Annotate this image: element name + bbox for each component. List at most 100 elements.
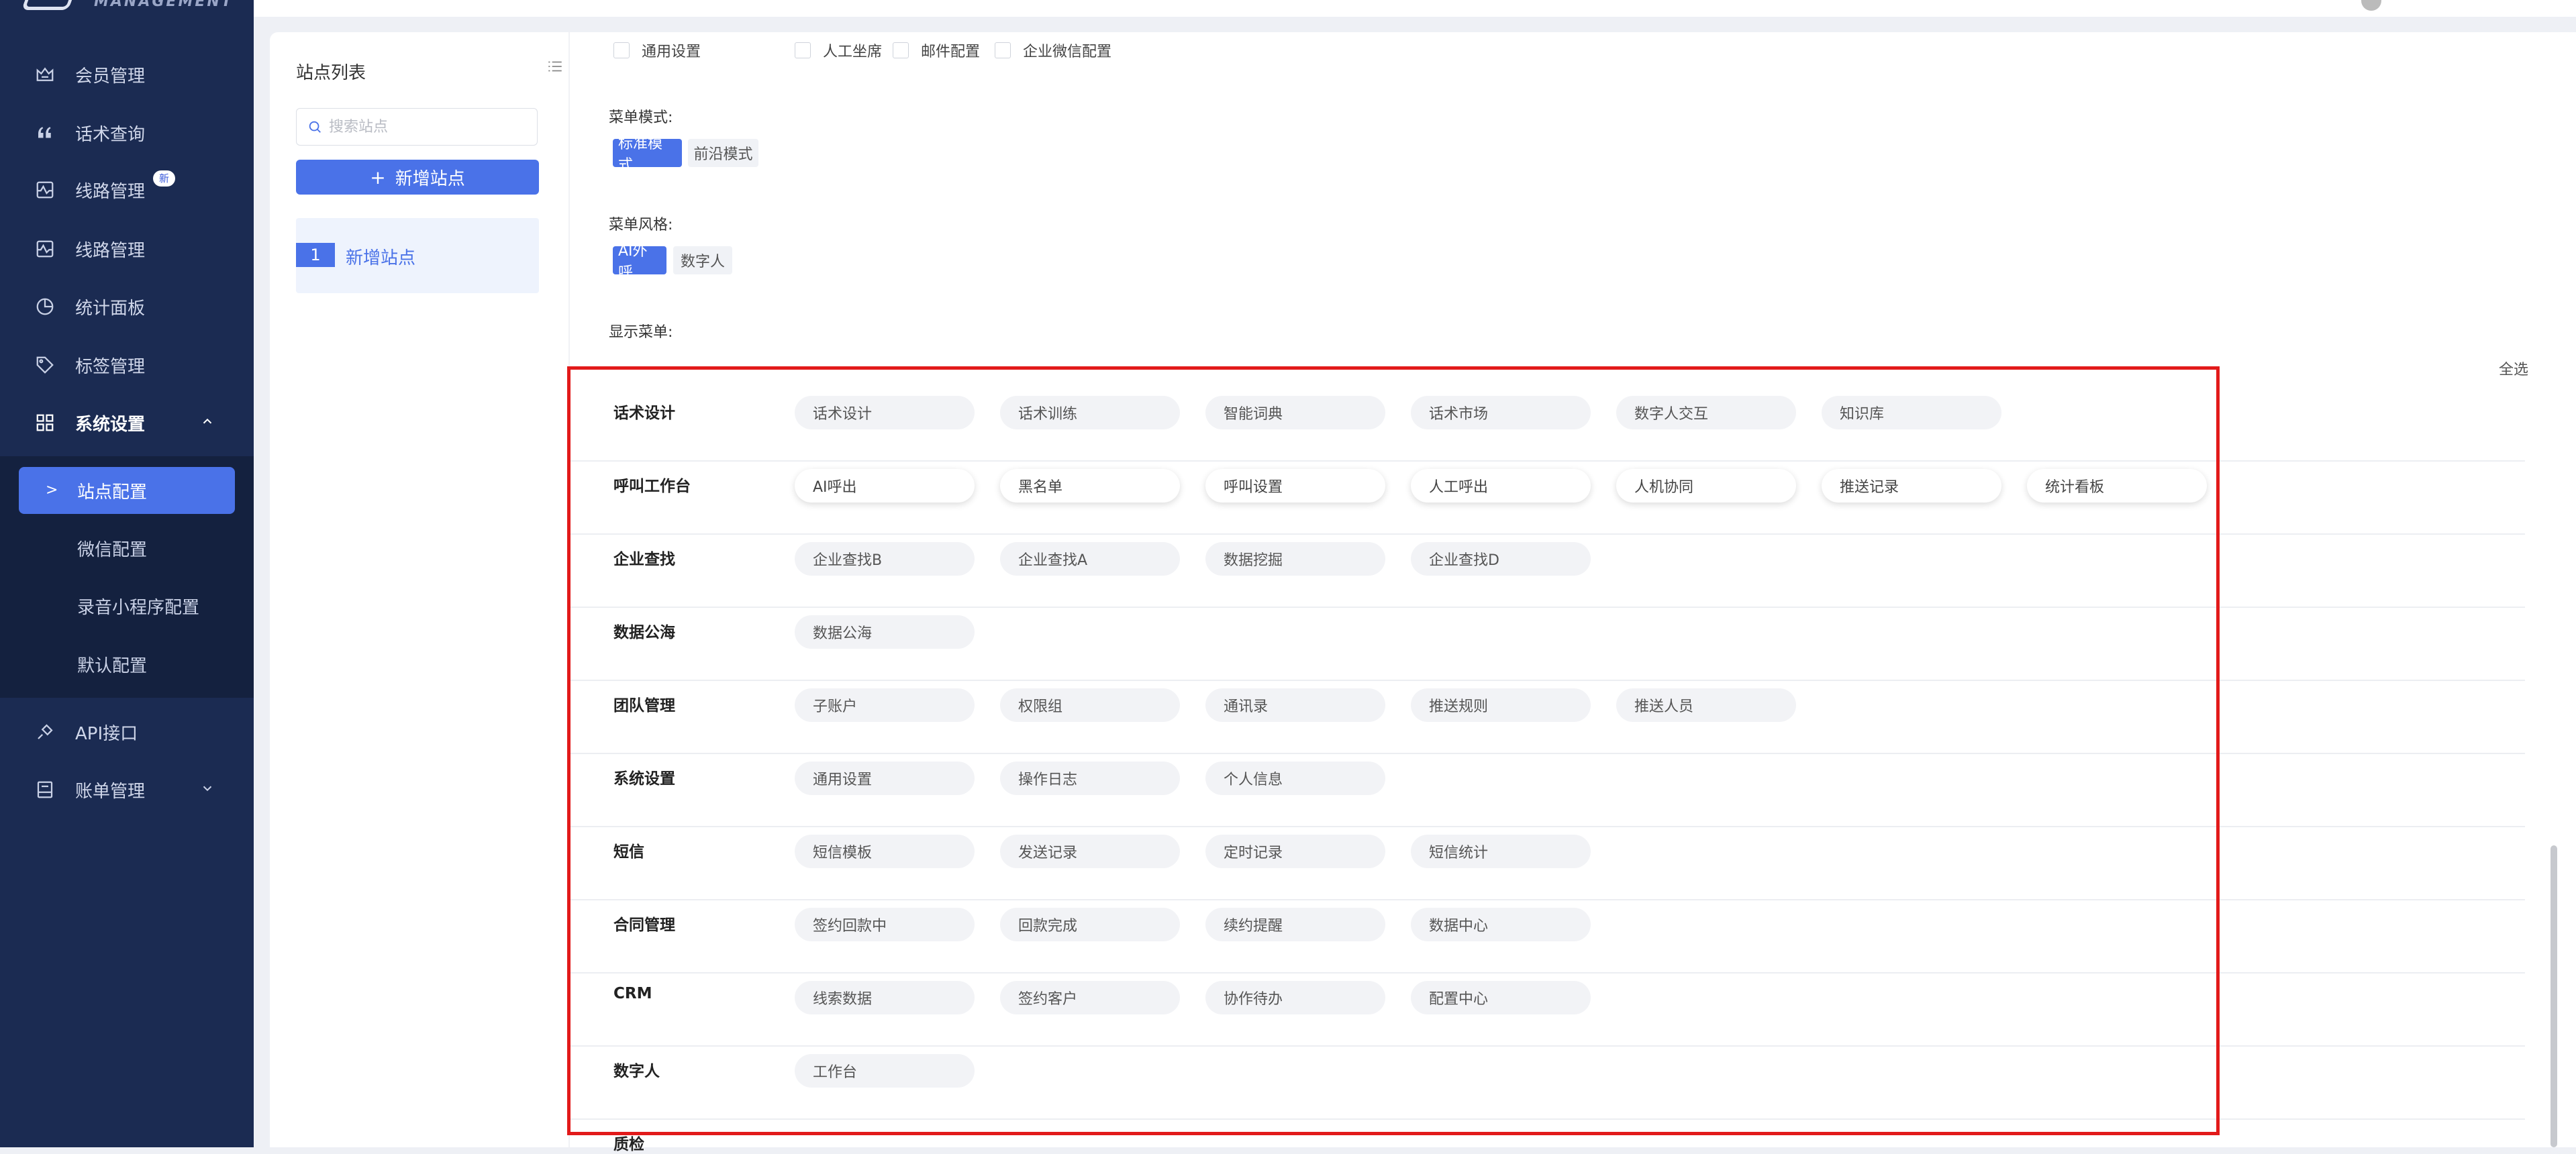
menu-chip[interactable]: 续约提醒 <box>1205 908 1385 941</box>
checkbox[interactable] <box>995 42 1011 58</box>
menu-chip[interactable]: 签约客户 <box>1000 981 1180 1014</box>
sidebar-item-script-query[interactable]: 话术查询 <box>0 109 254 156</box>
chevron-right-icon: > <box>46 482 58 499</box>
menu-chip[interactable]: 数据挖掘 <box>1205 542 1385 576</box>
menu-chip[interactable]: 智能词典 <box>1205 396 1385 429</box>
row-divider <box>569 533 2525 535</box>
menu-chip[interactable]: 话术设计 <box>795 396 975 429</box>
row-divider <box>569 460 2525 462</box>
menu-chip[interactable]: 通用设置 <box>795 762 975 795</box>
menu-mode-label: 菜单模式: <box>609 109 673 126</box>
add-station-label: 新增站点 <box>395 168 465 189</box>
line-icon <box>35 180 55 200</box>
station-list-title: 站点列表 <box>296 63 366 83</box>
menu-chip[interactable]: 定时记录 <box>1205 835 1385 868</box>
check-manual-seat[interactable]: 人工坐席 <box>795 39 882 62</box>
menu-chip[interactable]: 推送规则 <box>1411 688 1591 722</box>
list-menu-icon[interactable] <box>546 58 564 75</box>
menu-chip[interactable]: 知识库 <box>1822 396 2001 429</box>
menu-chip[interactable]: 个人信息 <box>1205 762 1385 795</box>
menu-chip[interactable]: 数据公海 <box>795 615 975 649</box>
menu-chip[interactable]: 发送记录 <box>1000 835 1180 868</box>
sidebar-item-tags[interactable]: 标签管理 <box>0 342 254 388</box>
menu-chip[interactable]: 数字人交互 <box>1616 396 1796 429</box>
menu-chip[interactable]: 人工呼出 <box>1411 469 1591 503</box>
menu-chip[interactable]: 通讯录 <box>1205 688 1385 722</box>
line-icon <box>35 239 55 259</box>
menu-chip[interactable]: 推送人员 <box>1616 688 1796 722</box>
new-badge: 新 <box>153 170 176 187</box>
style-ai-outbound[interactable]: AI外呼 <box>613 243 666 281</box>
logo-text: MANAGEMENT <box>94 0 234 10</box>
checkbox[interactable] <box>613 42 630 58</box>
add-station-button[interactable]: + 新增站点 <box>296 160 539 195</box>
sidebar-item-label: 统计面板 <box>75 298 146 319</box>
scrollbar[interactable] <box>2550 845 2557 1147</box>
menu-chip[interactable]: 企业查找A <box>1000 542 1180 576</box>
menu-chip[interactable]: 回款完成 <box>1000 908 1180 941</box>
menu-chip[interactable]: AI呼出 <box>795 469 975 503</box>
row-divider <box>569 680 2525 681</box>
menu-chip[interactable]: 统计看板 <box>2027 469 2207 503</box>
menu-chip[interactable]: 签约回款中 <box>795 908 975 941</box>
checkbox[interactable] <box>893 42 909 58</box>
menu-chip[interactable]: 企业查找D <box>1411 542 1591 576</box>
check-email-config[interactable]: 邮件配置 <box>893 39 980 62</box>
menu-chip[interactable]: 人机协同 <box>1616 469 1796 503</box>
menu-group-label: CRM <box>613 985 652 1002</box>
menu-group-label: 质检 <box>613 1136 644 1153</box>
menu-chip[interactable]: 企业查找B <box>795 542 975 576</box>
top-bar <box>254 0 2576 17</box>
menu-chip[interactable]: 推送记录 <box>1822 469 2001 503</box>
menu-group-label: 企业查找 <box>613 551 675 568</box>
sidebar-item-system-settings[interactable]: 系统设置 <box>0 399 254 446</box>
menu-group-label: 团队管理 <box>613 697 675 715</box>
checkbox-label: 企业微信配置 <box>1023 44 1112 60</box>
sidebar-item-line[interactable]: 线路管理 <box>0 225 254 272</box>
sidebar-item-billing[interactable]: 账单管理 <box>0 766 254 813</box>
menu-chip[interactable]: 数据中心 <box>1411 908 1591 941</box>
sidebar-item-api[interactable]: API接口 <box>0 709 254 755</box>
menu-chip[interactable]: 话术训练 <box>1000 396 1180 429</box>
station-search[interactable] <box>296 108 538 146</box>
checkbox[interactable] <box>795 42 811 58</box>
mode-frontier[interactable]: 前沿模式 <box>688 139 758 167</box>
menu-chip[interactable]: 线索数据 <box>795 981 975 1014</box>
search-input[interactable] <box>328 117 532 136</box>
tag-icon <box>35 355 55 375</box>
check-wecom-config[interactable]: 企业微信配置 <box>995 39 1111 62</box>
chevron-up-icon <box>203 418 212 424</box>
menu-chip[interactable]: 权限组 <box>1000 688 1180 722</box>
sidebar-subitem-default-config[interactable]: 默认配置 <box>0 641 254 688</box>
menu-chip[interactable]: 话术市场 <box>1411 396 1591 429</box>
menu-chip[interactable]: 操作日志 <box>1000 762 1180 795</box>
menu-chip[interactable]: 短信模板 <box>795 835 975 868</box>
sidebar-item-line-new[interactable]: 线路管理 新 <box>0 166 254 213</box>
show-menu-label: 显示菜单: <box>609 324 673 341</box>
menu-chip[interactable]: 协作待办 <box>1205 981 1385 1014</box>
menu-chip[interactable]: 黑名单 <box>1000 469 1180 503</box>
sidebar-item-label: 标签管理 <box>75 356 146 377</box>
quote-icon <box>35 123 55 143</box>
sidebar-item-stats[interactable]: 统计面板 <box>0 283 254 330</box>
menu-chip[interactable]: 工作台 <box>795 1054 975 1088</box>
menu-group-label: 系统设置 <box>613 770 675 788</box>
station-name[interactable]: 新增站点 <box>346 244 415 269</box>
sidebar-subitem-wechat-config[interactable]: 微信配置 <box>0 525 254 572</box>
menu-chip[interactable]: 短信统计 <box>1411 835 1591 868</box>
select-all-link[interactable]: 全选 <box>2499 358 2528 379</box>
check-general-settings[interactable]: 通用设置 <box>613 39 701 62</box>
style-digital-human[interactable]: 数字人 <box>673 246 732 274</box>
logo-mark <box>21 0 80 10</box>
sidebar-item-label: 线路管理 <box>75 181 146 202</box>
sidebar-subitem-recording-miniapp[interactable]: 录音小程序配置 <box>0 582 254 629</box>
mode-standard[interactable]: 标准模式 <box>613 136 682 174</box>
menu-chip[interactable]: 子账户 <box>795 688 975 722</box>
sidebar-item-member[interactable]: 会员管理 <box>0 51 254 98</box>
sidebar-subitem-site-config[interactable]: > 站点配置 <box>19 467 235 514</box>
search-icon <box>309 121 321 133</box>
menu-chip[interactable]: 呼叫设置 <box>1205 469 1385 503</box>
menu-chip[interactable]: 配置中心 <box>1411 981 1591 1014</box>
avatar[interactable] <box>2361 0 2381 11</box>
grid-icon <box>35 413 55 433</box>
